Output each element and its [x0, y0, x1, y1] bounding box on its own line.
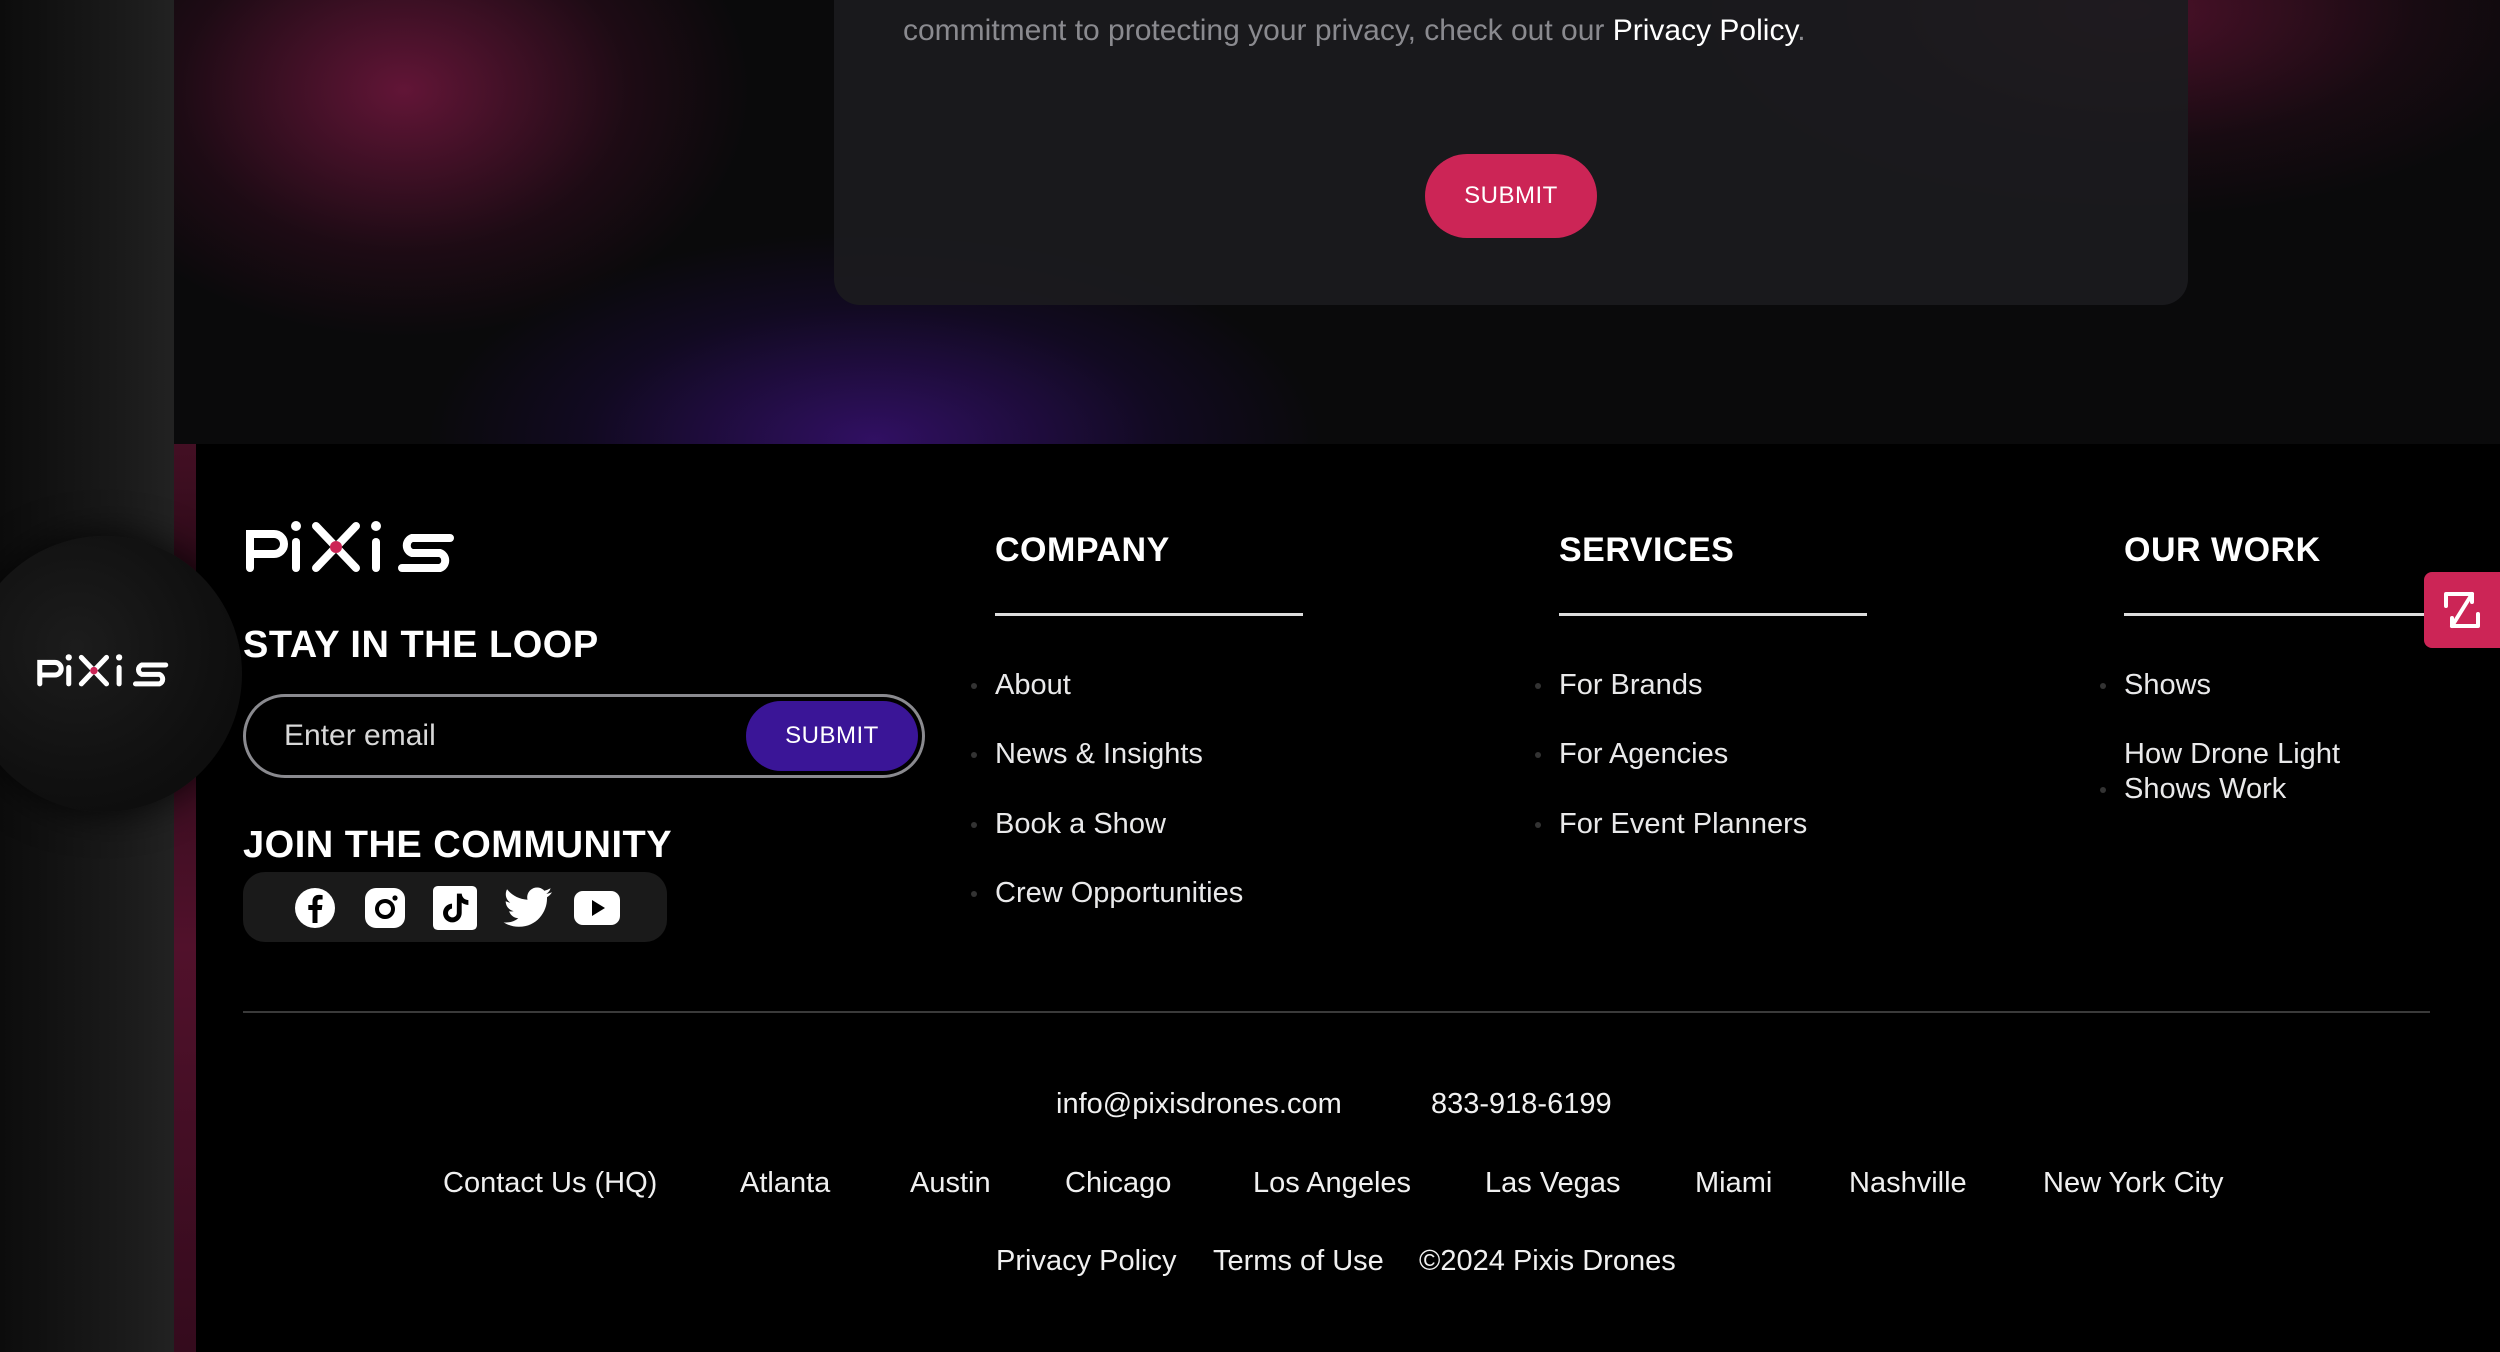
newsletter-form: SUBMIT: [243, 694, 925, 778]
tiktok-icon[interactable]: [433, 886, 477, 930]
privacy-policy-link[interactable]: Privacy Policy: [1613, 14, 1797, 47]
footer-link-how-it-works[interactable]: How Drone Light Shows Work: [2124, 737, 2340, 807]
footer-link-book-show[interactable]: Book a Show: [995, 807, 1166, 842]
footer-link-event-planners[interactable]: For Event Planners: [1559, 807, 1807, 842]
location-link-austin[interactable]: Austin: [910, 1167, 991, 1200]
services-rule: [1559, 613, 1867, 616]
footer-link-news[interactable]: News & Insights: [995, 737, 1203, 772]
footer-divider: [243, 1011, 2430, 1013]
location-link-atlanta[interactable]: Atlanta: [740, 1167, 830, 1200]
contact-form-section: commitment to protecting your privacy, c…: [174, 0, 2500, 444]
location-link-miami[interactable]: Miami: [1695, 1167, 1772, 1200]
location-link-nashville[interactable]: Nashville: [1849, 1167, 1967, 1200]
footer-link-brands[interactable]: For Brands: [1559, 668, 1702, 703]
location-link-los-angeles[interactable]: Los Angeles: [1253, 1167, 1411, 1200]
pixis-logo-icon: [37, 654, 169, 687]
terms-of-use-link[interactable]: Terms of Use: [1213, 1245, 1384, 1278]
community-heading: JOIN THE COMMUNITY: [243, 824, 673, 866]
privacy-policy-footer-link[interactable]: Privacy Policy: [996, 1245, 1177, 1278]
newsletter-submit-button[interactable]: SUBMIT: [746, 701, 918, 771]
location-link-new-york[interactable]: New York City: [2043, 1167, 2224, 1200]
location-link-hq[interactable]: Contact Us (HQ): [443, 1167, 657, 1200]
email-input[interactable]: [284, 697, 724, 775]
footer-link-agencies[interactable]: For Agencies: [1559, 737, 1728, 772]
pixis-logo[interactable]: [244, 516, 460, 576]
copyright-text: ©2024 Pixis Drones: [1419, 1245, 1676, 1277]
our-work-heading: OUR WORK: [2124, 531, 2321, 569]
location-link-chicago[interactable]: Chicago: [1065, 1167, 1171, 1200]
footer-link-about[interactable]: About: [995, 668, 1071, 703]
footer-link-crew[interactable]: Crew Opportunities: [995, 876, 1243, 911]
company-rule: [995, 613, 1303, 616]
contact-email-link[interactable]: info@pixisdrones.com: [1056, 1088, 1342, 1121]
services-heading: SERVICES: [1559, 531, 1735, 569]
expand-arrow-icon[interactable]: [2424, 572, 2500, 648]
company-heading: COMPANY: [995, 531, 1170, 569]
our-work-rule: [2124, 613, 2432, 616]
twitter-icon[interactable]: [503, 886, 553, 930]
consent-text: commitment to protecting your privacy, c…: [903, 14, 1806, 47]
form-submit-button[interactable]: SUBMIT: [1425, 154, 1597, 238]
facebook-icon[interactable]: [293, 886, 337, 930]
youtube-icon[interactable]: [573, 886, 621, 930]
instagram-icon[interactable]: [363, 886, 407, 930]
contact-phone-link[interactable]: 833-918-6199: [1431, 1088, 1612, 1121]
social-links: [243, 872, 667, 942]
location-link-las-vegas[interactable]: Las Vegas: [1485, 1167, 1620, 1200]
newsletter-heading: STAY IN THE LOOP: [243, 624, 599, 666]
footer-link-shows[interactable]: Shows: [2124, 668, 2211, 703]
